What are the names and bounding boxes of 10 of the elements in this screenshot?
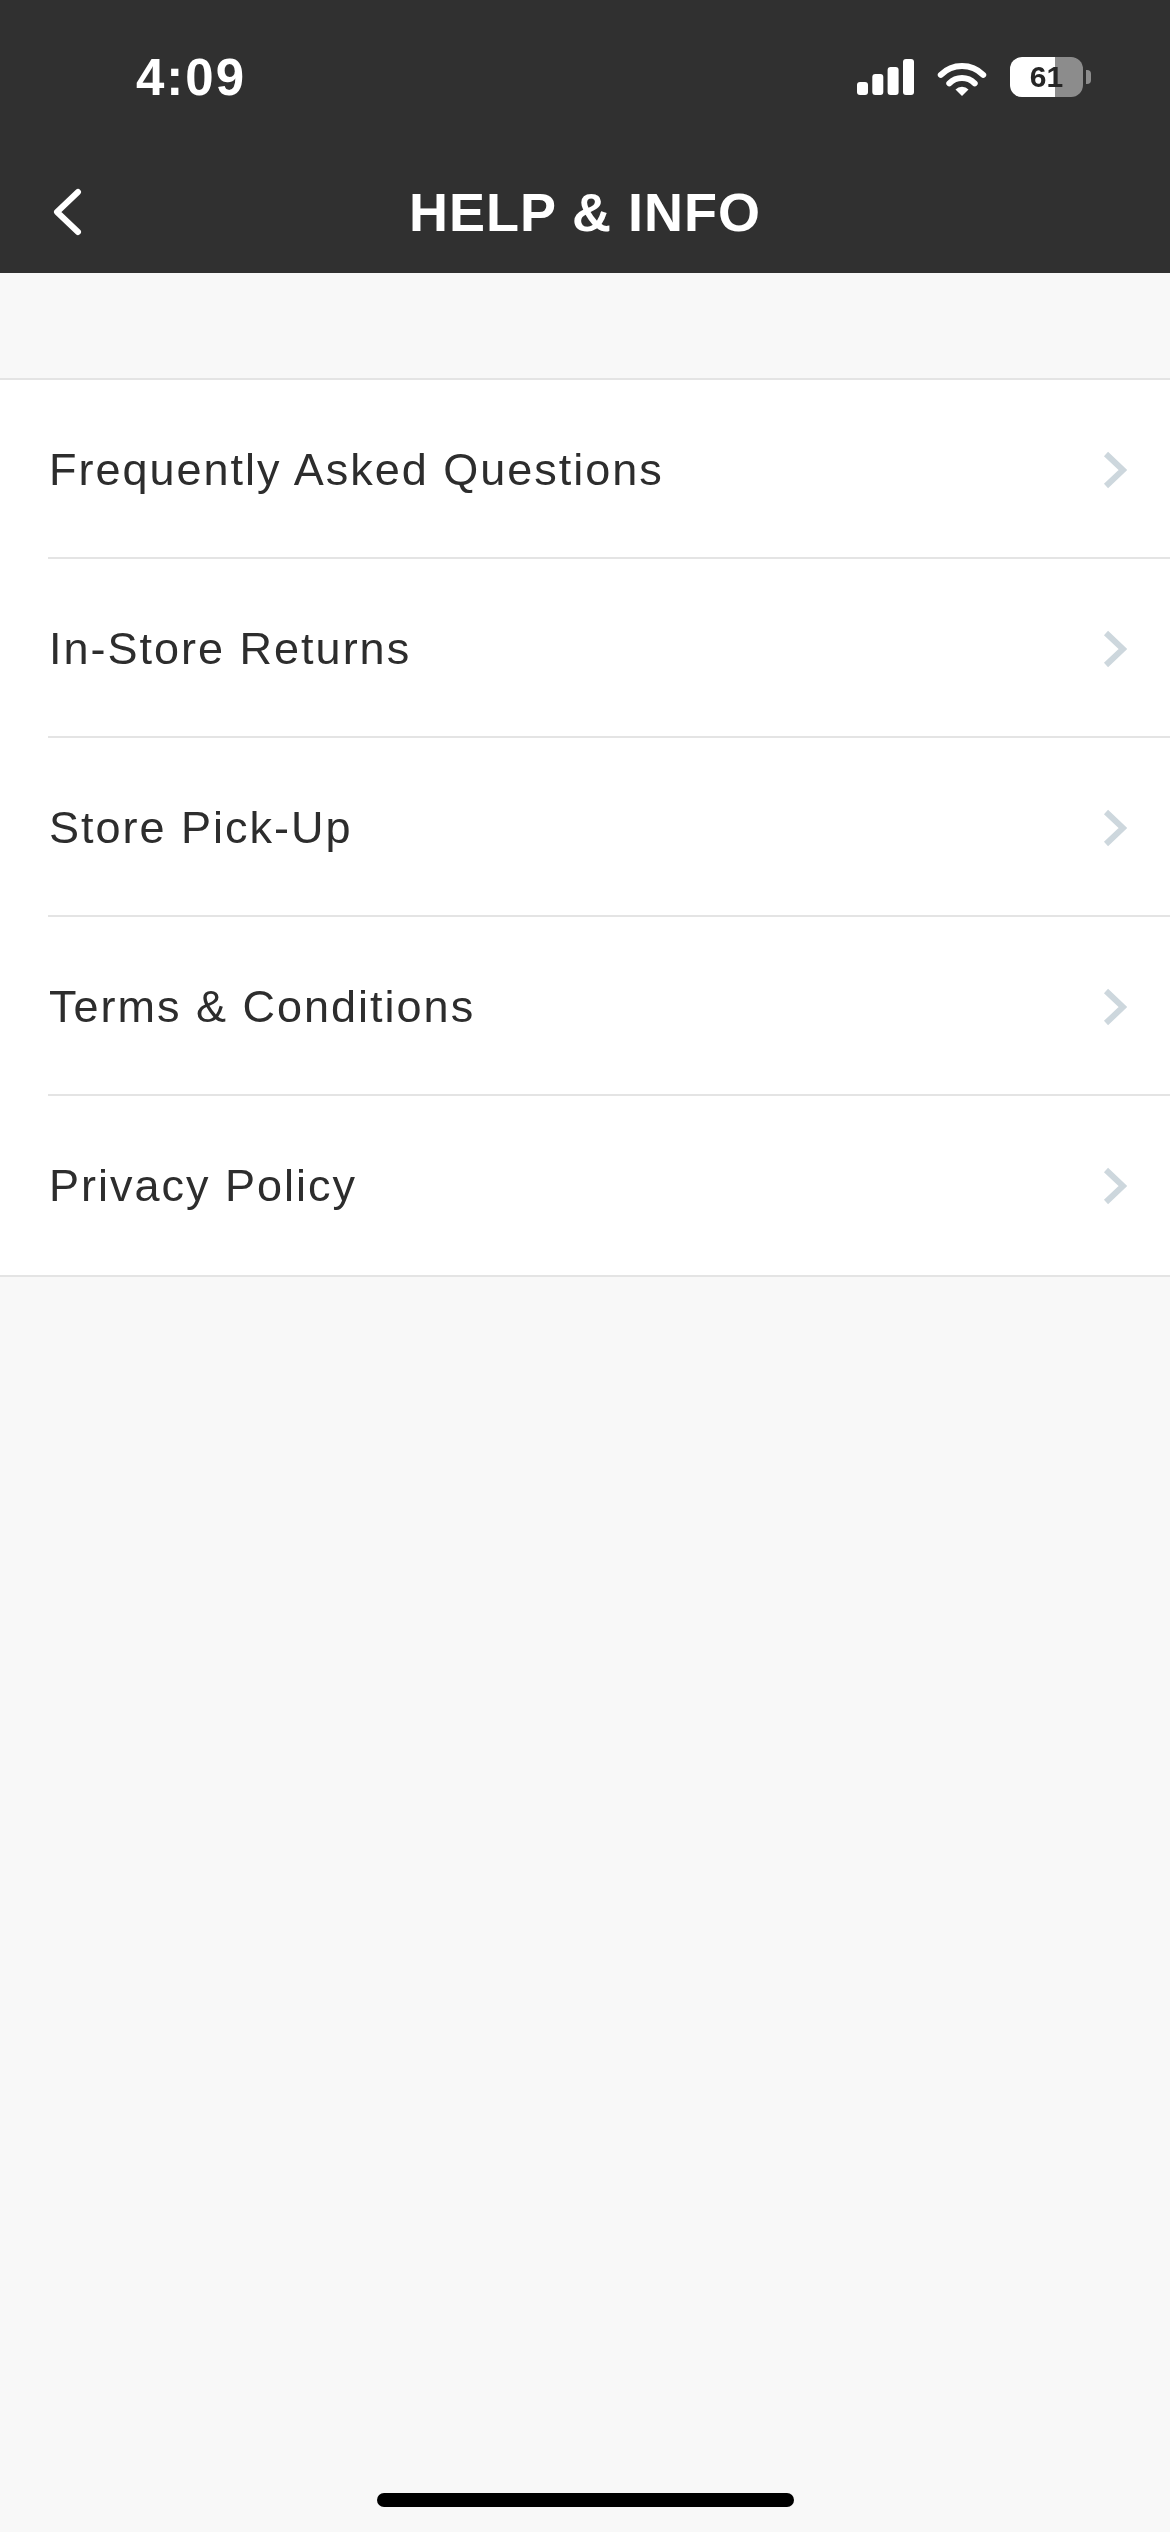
chevron-right-icon	[1103, 808, 1127, 847]
status-time: 4:09	[136, 47, 247, 107]
battery-indicator: 61	[1010, 57, 1091, 97]
chevron-right-icon	[1103, 987, 1127, 1026]
chevron-right-icon	[1103, 450, 1127, 489]
back-icon[interactable]	[51, 187, 83, 236]
chevron-right-icon	[1103, 629, 1127, 668]
chevron-right-icon	[1103, 1166, 1127, 1205]
page-title: HELP & INFO	[408, 180, 761, 243]
signal-icon	[857, 59, 914, 95]
